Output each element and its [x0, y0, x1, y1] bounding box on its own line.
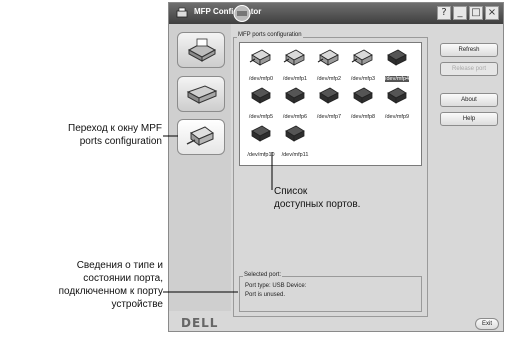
callout-lines — [163, 135, 273, 293]
